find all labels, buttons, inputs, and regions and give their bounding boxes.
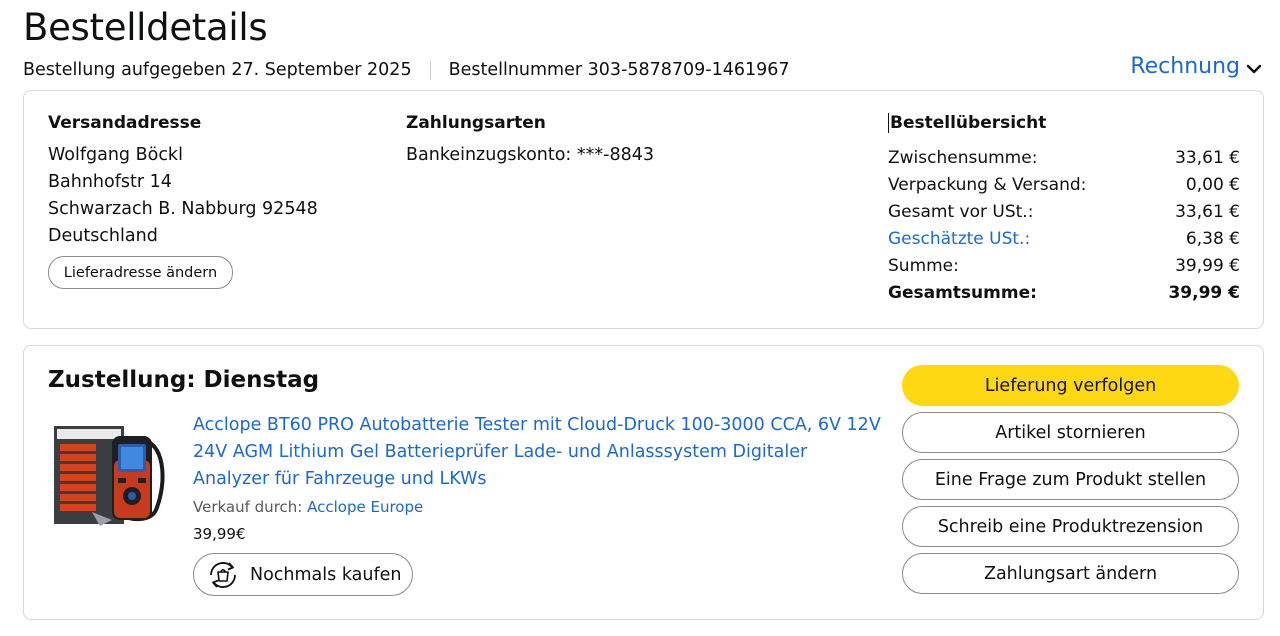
shipping-name: Wolfgang Böckl: [48, 145, 183, 165]
shipping-title: Versandadresse: [48, 113, 202, 133]
shipping-cost-value: 0,00 €: [1185, 174, 1240, 195]
order-number: Bestellnummer 303-5878709-1461967: [448, 60, 790, 80]
pretax-label: Gesamt vor USt.:: [888, 201, 1034, 222]
sum-row: Summe: 39,99 €: [888, 252, 1240, 279]
shipping-street: Bahnhofstr 14: [48, 172, 172, 192]
sum-label: Summe:: [888, 255, 959, 276]
meta-divider: [429, 60, 431, 80]
product-image[interactable]: [52, 420, 170, 530]
seller-info: Verkauf durch: Acclope Europe: [193, 498, 423, 516]
change-address-button[interactable]: Lieferadresse ändern: [48, 256, 233, 289]
grand-total-row: Gesamtsumme: 39,99 €: [888, 279, 1240, 306]
pretax-row: Gesamt vor USt.: 33,61 €: [888, 198, 1240, 225]
shipping-city: Schwarzach B. Nabburg 92548: [48, 199, 318, 219]
overview-title: Bestellübersicht: [888, 113, 1240, 133]
tax-value: 6,38 €: [1185, 228, 1240, 249]
order-meta: Bestellung aufgegeben 27. September 2025…: [23, 60, 790, 80]
change-payment-button[interactable]: Zahlungsart ändern: [902, 553, 1239, 594]
order-overview: Bestellübersicht Zwischensumme: 33,61 € …: [888, 113, 1240, 306]
delivery-card: Zustellung: Dienstag Acclope BT60 PRO Au…: [23, 345, 1264, 620]
buy-again-button[interactable]: Nochmals kaufen: [193, 553, 413, 596]
tax-row: Geschätzte USt.: 6,38 €: [888, 225, 1240, 252]
invoice-label: Rechnung: [1130, 54, 1240, 79]
order-date: Bestellung aufgegeben 27. September 2025: [23, 60, 412, 80]
seller-prefix: Verkauf durch:: [193, 498, 303, 516]
grand-total-value: 39,99 €: [1168, 282, 1240, 303]
cancel-item-button[interactable]: Artikel stornieren: [902, 412, 1239, 453]
order-summary-card: Versandadresse Wolfgang Böckl Bahnhofstr…: [23, 90, 1264, 329]
payment-title: Zahlungsarten: [406, 113, 546, 133]
payment-method: Bankeinzugskonto: ***-8843: [406, 145, 654, 165]
shipping-cost-label: Verpackung & Versand:: [888, 174, 1087, 195]
page-title: Bestelldetails: [23, 6, 268, 49]
shipping-country: Deutschland: [48, 226, 158, 246]
subtotal-label: Zwischensumme:: [888, 147, 1038, 168]
battery-tester-image: [54, 426, 165, 526]
pretax-value: 33,61 €: [1175, 201, 1240, 222]
seller-link[interactable]: Acclope Europe: [307, 498, 423, 516]
buy-again-label: Nochmals kaufen: [250, 564, 402, 585]
delivery-title: Zustellung: Dienstag: [48, 367, 320, 393]
ask-question-button[interactable]: Eine Frage zum Produkt stellen: [902, 459, 1239, 500]
grand-total-label: Gesamtsumme:: [888, 282, 1037, 303]
estimated-tax-link[interactable]: Geschätzte USt.:: [888, 229, 1030, 249]
subtotal-value: 33,61 €: [1175, 147, 1240, 168]
sum-value: 39,99 €: [1175, 255, 1240, 276]
buy-again-icon: [210, 561, 236, 588]
shipping-cost-row: Verpackung & Versand: 0,00 €: [888, 171, 1240, 198]
invoice-dropdown[interactable]: Rechnung: [1130, 54, 1262, 79]
track-package-button[interactable]: Lieferung verfolgen: [902, 365, 1239, 406]
chevron-down-icon: [1246, 64, 1262, 73]
product-title-link[interactable]: Acclope BT60 PRO Autobatterie Tester mit…: [193, 412, 883, 493]
subtotal-row: Zwischensumme: 33,61 €: [888, 144, 1240, 171]
write-review-button[interactable]: Schreib eine Produktrezension: [902, 506, 1239, 547]
action-buttons: Lieferung verfolgen Artikel stornieren E…: [902, 365, 1239, 600]
item-price: 39,99€: [193, 525, 246, 543]
